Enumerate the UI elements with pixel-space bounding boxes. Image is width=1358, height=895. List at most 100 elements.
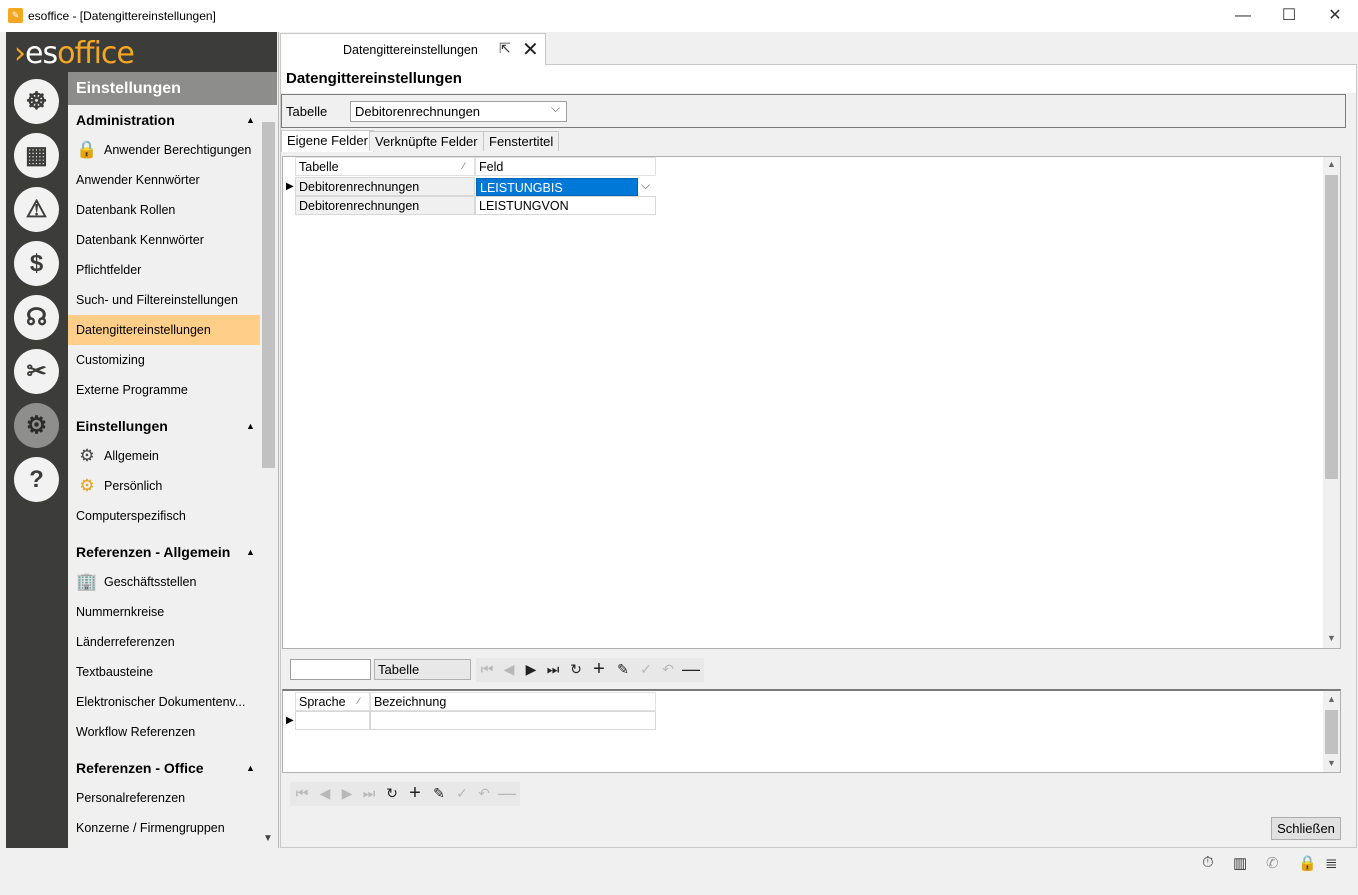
record-search-input[interactable] (290, 659, 371, 680)
column-header-feld[interactable]: Feld (475, 157, 656, 176)
undo-icon[interactable]: ↶ (657, 658, 679, 680)
sidebar-item-geschaeftsstellen[interactable]: 🏢 Geschäftsstellen (68, 567, 260, 597)
table-cell[interactable] (370, 711, 656, 730)
next-record-icon[interactable]: ▶ (336, 782, 358, 804)
scroll-up-icon[interactable]: ▲ (1327, 694, 1336, 704)
sort-icon: ⁄ (358, 696, 360, 706)
section-referenzen-allgemein[interactable]: Referenzen - Allgemein (76, 544, 230, 560)
table-cell[interactable]: Debitorenrechnungen (295, 196, 475, 215)
edit-icon[interactable]: ✎ (612, 658, 634, 680)
stopwatch-icon[interactable]: ⏱ (1202, 854, 1214, 871)
add-icon[interactable]: + (404, 782, 426, 804)
section-administration[interactable]: Administration (76, 112, 175, 128)
tab-eigene-felder[interactable]: Eigene Felder (281, 130, 374, 152)
sidebar-item-such-filtereinstellungen[interactable]: Such- und Filtereinstellungen (68, 285, 260, 315)
delete-icon[interactable]: — (496, 782, 518, 804)
confirm-icon[interactable]: ✓ (451, 782, 473, 804)
collapse-caret-icon[interactable]: ▲ (246, 421, 255, 431)
scroll-down-icon[interactable]: ▼ (263, 833, 273, 844)
last-record-icon[interactable]: ⏭ (358, 782, 380, 804)
window-title: esoffice - [Datengittereinstellungen] (28, 9, 216, 23)
table-cell[interactable]: Debitorenrechnungen (295, 177, 475, 196)
current-row-indicator-icon: ▶ (286, 715, 294, 726)
chevron-down-icon[interactable]: ⌵ (551, 101, 560, 116)
popout-icon[interactable]: ⇱ (499, 40, 511, 57)
close-button[interactable]: Schließen (1271, 817, 1341, 840)
headset-icon[interactable]: ☊ (14, 295, 59, 340)
add-icon[interactable]: + (588, 658, 610, 680)
prev-record-icon[interactable]: ◀ (314, 782, 336, 804)
grid-scroll-thumb[interactable] (1325, 710, 1338, 754)
building-icon[interactable]: ▥ (1233, 854, 1247, 872)
lock-icon[interactable]: 🔒 (1298, 854, 1317, 872)
chevron-down-icon[interactable]: ⌵ (641, 178, 650, 193)
tab-close-icon[interactable]: ✕ (522, 37, 539, 62)
money-icon[interactable]: $ (14, 241, 59, 286)
sidebar-header: Einstellungen (68, 72, 277, 105)
section-einstellungen[interactable]: Einstellungen (76, 418, 168, 434)
settings-gears-icon[interactable]: ⚙ (14, 403, 59, 448)
delete-icon[interactable]: — (680, 658, 702, 680)
close-window-button[interactable]: ✕ (1312, 0, 1358, 32)
alarm-icon[interactable]: ⚠ (14, 187, 59, 232)
tab-fenstertitel[interactable]: Fenstertitel (483, 131, 560, 151)
grid-scroll-thumb[interactable] (1325, 175, 1338, 479)
column-header-bezeichnung[interactable]: Bezeichnung (370, 692, 656, 711)
table-select[interactable]: Debitorenrechnungen (350, 101, 567, 122)
sidebar-item-nummernkreise[interactable]: Nummernkreise (68, 597, 260, 627)
tools-icon[interactable]: ✂ (14, 349, 59, 394)
undo-icon[interactable]: ↶ (473, 782, 495, 804)
tab-label: Datengittereinstellungen (343, 43, 478, 57)
sidebar-item-datenbank-rollen[interactable]: Datenbank Rollen (68, 195, 260, 225)
collapse-caret-icon[interactable]: ▲ (246, 763, 255, 773)
sidebar-item-allgemein[interactable]: ⚙ Allgemein (68, 441, 260, 471)
first-record-icon[interactable]: ⏮ (291, 782, 313, 804)
edit-icon[interactable]: ✎ (428, 782, 450, 804)
refresh-icon[interactable]: ↻ (381, 782, 403, 804)
collapse-caret-icon[interactable]: ▲ (246, 115, 255, 125)
first-record-icon[interactable]: ⏮ (476, 658, 498, 680)
column-header-tabelle[interactable]: Tabelle (295, 157, 475, 176)
collapse-caret-icon[interactable]: ▲ (246, 547, 255, 557)
phone-icon[interactable]: ✆ (1266, 854, 1279, 872)
sidebar-item-workflow-referenzen[interactable]: Workflow Referenzen (68, 717, 260, 747)
sidebar-item-laenderreferenzen[interactable]: Länderreferenzen (68, 627, 260, 657)
sidebar-item-computerspezifisch[interactable]: Computerspezifisch (68, 501, 260, 531)
sidebar-item-textbausteine[interactable]: Textbausteine (68, 657, 260, 687)
confirm-icon[interactable]: ✓ (635, 658, 657, 680)
scroll-down-icon[interactable]: ▼ (1327, 758, 1336, 768)
scroll-down-icon[interactable]: ▼ (1327, 633, 1336, 643)
calendar-icon[interactable]: ▦ (14, 133, 59, 178)
scroll-up-icon[interactable]: ▲ (1327, 159, 1336, 169)
page-title: Datengittereinstellungen (286, 70, 462, 87)
table-cell[interactable]: LEISTUNGVON (475, 196, 656, 215)
help-icon[interactable]: ? (14, 457, 59, 502)
sidebar: Administration ▲ 🔒 Anwender Berechtigung… (68, 105, 260, 848)
user-lock-icon: 🔒 (76, 140, 98, 159)
section-referenzen-office[interactable]: Referenzen - Office (76, 760, 204, 776)
sidebar-item-persoenlich[interactable]: ⚙ Persönlich (68, 471, 260, 501)
next-record-icon[interactable]: ▶ (520, 658, 542, 680)
sidebar-item-personalreferenzen[interactable]: Personalreferenzen (68, 783, 260, 813)
building-icon: 🏢 (76, 572, 98, 591)
sidebar-scroll-thumb[interactable] (262, 122, 275, 468)
sidebar-item-konzerne-firmengruppen[interactable]: Konzerne / Firmengruppen (68, 813, 260, 843)
minimize-button[interactable]: — (1220, 0, 1266, 32)
sidebar-item-datengittereinstellungen[interactable]: Datengittereinstellungen (68, 315, 260, 345)
sidebar-item-anwender-kennwoerter[interactable]: Anwender Kennwörter (68, 165, 260, 195)
sidebar-item-pflichtfelder[interactable]: Pflichtfelder (68, 255, 260, 285)
database-icon[interactable]: ≣ (1325, 854, 1338, 872)
sidebar-item-elektronischer-dokumentenversand[interactable]: Elektronischer Dokumentenv... (68, 687, 260, 717)
sidebar-item-datenbank-kennwoerter[interactable]: Datenbank Kennwörter (68, 225, 260, 255)
tab-verknuepfte-felder[interactable]: Verknüpfte Felder (369, 131, 484, 151)
prev-record-icon[interactable]: ◀ (498, 658, 520, 680)
sidebar-item-anwender-berechtigungen[interactable]: 🔒 Anwender Berechtigungen (68, 135, 260, 165)
table-cell[interactable] (295, 711, 370, 730)
refresh-icon[interactable]: ↻ (565, 658, 587, 680)
sidebar-item-externe-programme[interactable]: Externe Programme (68, 375, 260, 405)
helm-icon[interactable]: ☸ (14, 79, 59, 124)
table-cell-editing[interactable]: LEISTUNGBIS (476, 178, 638, 196)
sidebar-item-customizing[interactable]: Customizing (68, 345, 260, 375)
last-record-icon[interactable]: ⏭ (542, 658, 564, 680)
maximize-button[interactable]: ☐ (1266, 0, 1312, 32)
